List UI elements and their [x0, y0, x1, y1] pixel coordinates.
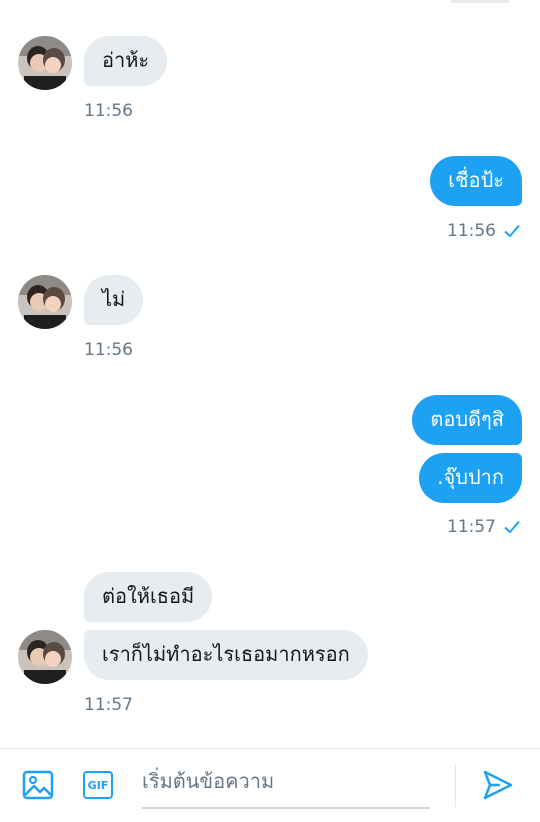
image-icon [22, 770, 54, 800]
send-icon [483, 770, 513, 800]
checkmark-icon [504, 520, 520, 534]
message-status: 11:56 [447, 221, 520, 241]
incoming-message-bubble[interactable]: ไม่ [84, 275, 144, 325]
avatar[interactable] [18, 630, 72, 684]
message-status: 11:57 [447, 517, 520, 537]
message-timestamp: 11:56 [447, 221, 496, 241]
message-timestamp: 11:56 [84, 340, 133, 360]
message-thread[interactable]: อ่าห้ะ 11:56 เชื่อป้ะ 11:56 ไม่ 11:56 ตอ… [0, 0, 540, 748]
add-photo-button[interactable] [20, 767, 56, 803]
previous-message-edge [450, 0, 510, 3]
add-gif-button[interactable]: GIF [80, 767, 116, 803]
incoming-message-bubble[interactable]: อ่าห้ะ [84, 36, 168, 86]
avatar[interactable] [18, 36, 72, 90]
message-timestamp: 11:56 [84, 101, 133, 121]
checkmark-icon [504, 224, 520, 238]
gif-label: GIF [87, 778, 109, 792]
avatar[interactable] [18, 275, 72, 329]
incoming-message-bubble[interactable]: ต่อให้เธอมี [84, 572, 213, 622]
gif-icon: GIF [83, 771, 113, 799]
outgoing-message-bubble[interactable]: .จุ๊บปาก [419, 453, 522, 503]
message-timestamp: 11:57 [84, 695, 133, 715]
message-input-container [142, 763, 430, 809]
incoming-message-bubble[interactable]: เราก็ไม่ทำอะไรเธอมากหรอก [84, 630, 368, 680]
divider [455, 765, 456, 807]
message-composer: GIF [0, 748, 540, 822]
send-button[interactable] [480, 767, 516, 803]
message-timestamp: 11:57 [447, 517, 496, 537]
outgoing-message-bubble[interactable]: เชื่อป้ะ [430, 156, 522, 206]
outgoing-message-bubble[interactable]: ตอบดีๆสิ [412, 395, 522, 445]
message-input[interactable] [142, 763, 430, 799]
